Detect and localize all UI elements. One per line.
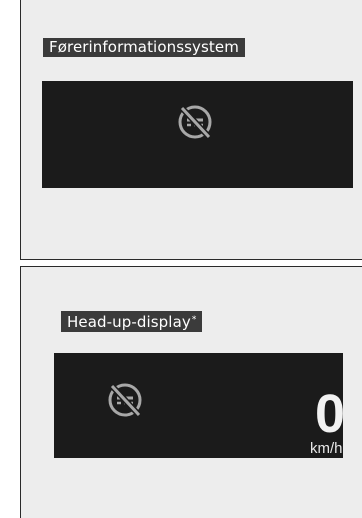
hud-screen: 0 km/h [54, 353, 343, 458]
hud-panel: Head-up-display* 0 km/h [20, 266, 362, 518]
driver-info-title-text: Førerinformationssystem [49, 38, 239, 56]
cruise-control-off-icon [178, 105, 212, 140]
driver-info-screen [42, 81, 353, 188]
hud-title-marker: * [191, 315, 197, 325]
speed-value: 0 [315, 384, 343, 444]
hud-title-text: Head-up-display [67, 313, 191, 331]
driver-info-title: Førerinformationssystem [43, 38, 245, 57]
speed-unit: km/h [310, 440, 343, 457]
hud-title: Head-up-display* [61, 311, 203, 332]
driver-info-panel: Førerinformationssystem [20, 0, 362, 260]
cruise-control-off-icon [108, 383, 142, 418]
